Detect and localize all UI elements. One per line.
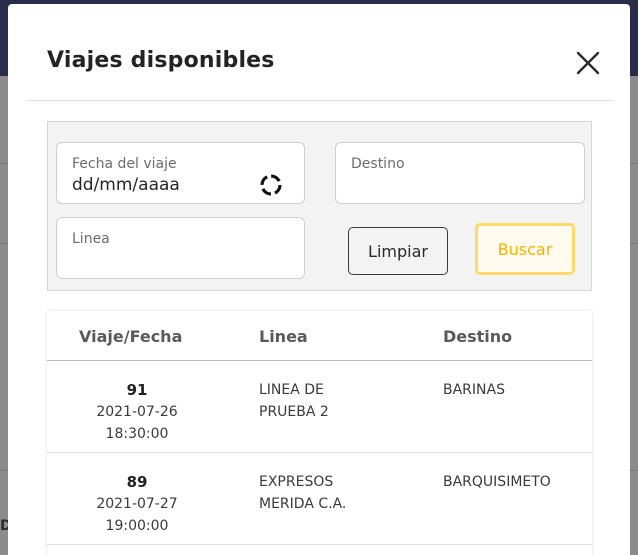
trip-time: 18:30:00 <box>105 426 169 442</box>
destination-cell: BARINAS <box>443 382 505 398</box>
table-header: Viaje/Fecha Linea Destino <box>47 311 592 361</box>
clear-button[interactable]: Limpiar <box>348 227 448 275</box>
trips-table: Viaje/Fecha Linea Destino 91 2021-07-26 … <box>47 311 592 555</box>
modal-header: Viajes disponibles <box>27 4 613 101</box>
trip-number: 89 <box>126 473 148 491</box>
line-name: MERIDA C.A. <box>259 496 347 512</box>
filter-panel: Fecha del viaje dd/mm/aaaa Destino Linea… <box>47 121 592 291</box>
column-header-destination[interactable]: Destino <box>443 327 512 346</box>
line-name: EXPRESOS <box>259 474 334 490</box>
close-icon <box>576 51 600 75</box>
destination-label: Destino <box>351 156 405 172</box>
line-label: Linea <box>72 231 110 247</box>
loading-spinner-icon <box>260 174 282 196</box>
column-header-line[interactable]: Linea <box>259 327 308 346</box>
close-button[interactable] <box>575 50 601 76</box>
trip-date-value[interactable]: dd/mm/aaaa <box>72 175 180 195</box>
line-name: PRUEBA 2 <box>259 404 329 420</box>
trip-date-field[interactable]: Fecha del viaje dd/mm/aaaa <box>56 142 305 204</box>
destination-cell: BARQUISIMETO <box>443 474 551 490</box>
modal-title: Viajes disponibles <box>47 48 275 73</box>
trip-cell: 91 2021-07-26 18:30:00 <box>87 379 187 445</box>
search-button[interactable]: Buscar <box>475 223 575 275</box>
column-header-trip[interactable]: Viaje/Fecha <box>79 327 182 346</box>
trip-number: 91 <box>126 381 148 399</box>
trip-time: 19:00:00 <box>105 518 169 534</box>
trip-date-label: Fecha del viaje <box>72 156 177 172</box>
line-cell: EXPRESOS MERIDA C.A. <box>259 471 399 515</box>
line-cell: LINEA DE PRUEBA 2 <box>259 379 399 423</box>
trip-date: 2021-07-27 <box>96 496 178 512</box>
line-field[interactable]: Linea <box>56 217 305 279</box>
available-trips-modal: Viajes disponibles Fecha del viaje dd/mm… <box>8 4 630 555</box>
line-name: LINEA DE <box>259 382 324 398</box>
trip-date: 2021-07-26 <box>96 404 178 420</box>
trip-cell: 89 2021-07-27 19:00:00 <box>87 471 187 537</box>
table-row[interactable]: 89 2021-07-27 19:00:00 EXPRESOS MERIDA C… <box>47 453 592 545</box>
table-row[interactable]: 91 2021-07-26 18:30:00 LINEA DE PRUEBA 2… <box>47 361 592 453</box>
destination-field[interactable]: Destino <box>335 142 585 204</box>
